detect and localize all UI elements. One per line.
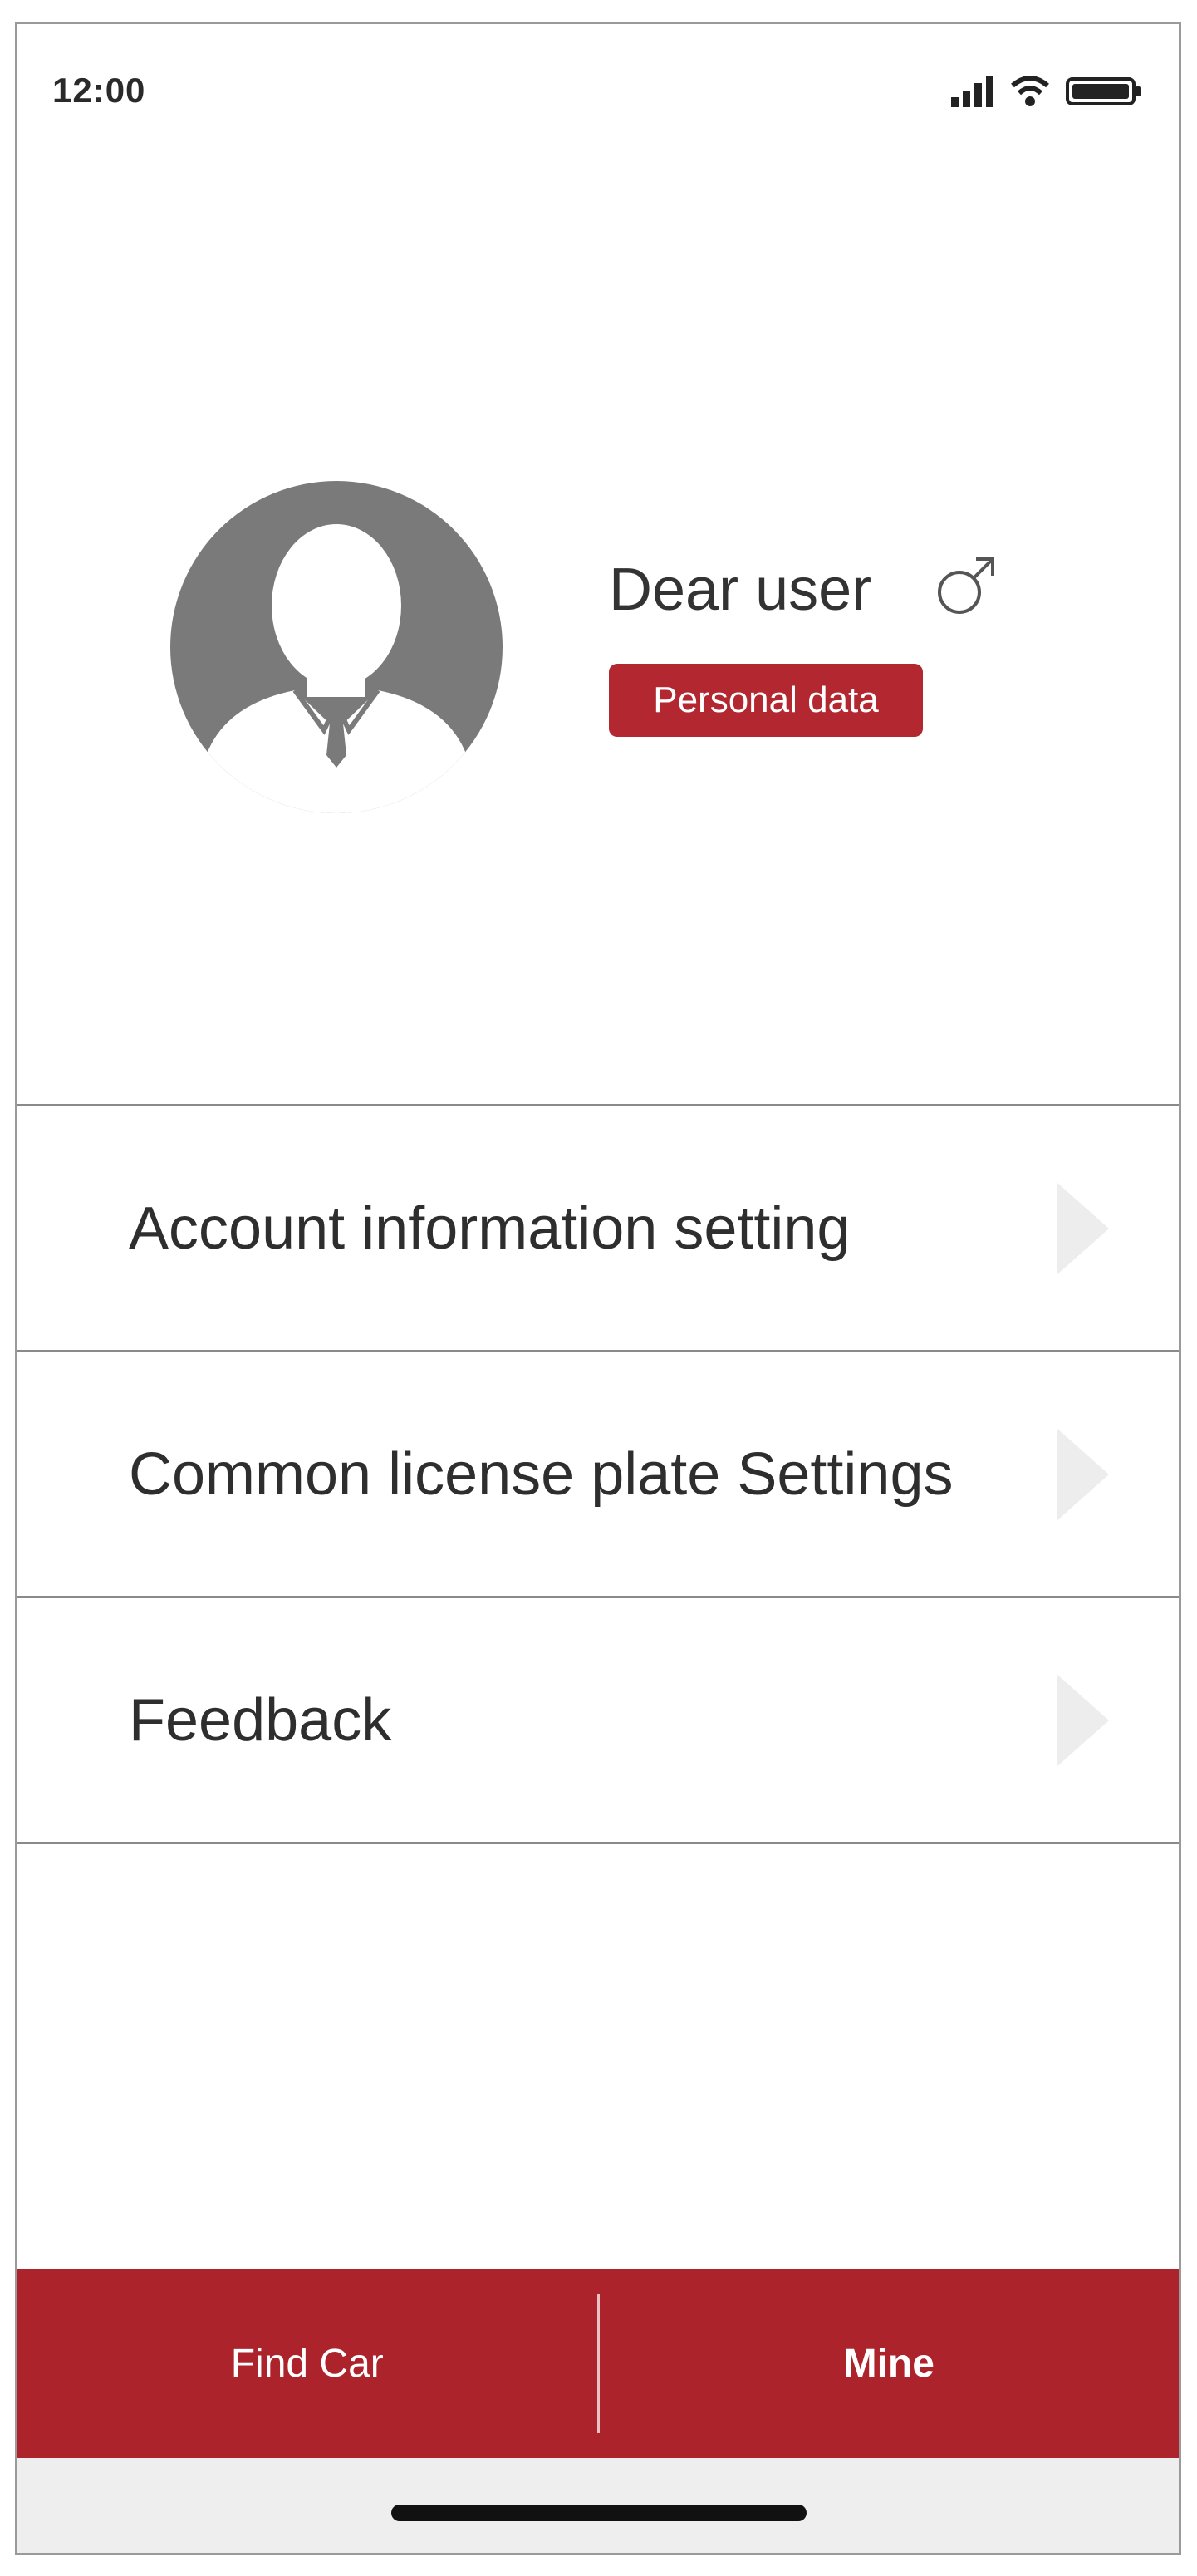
personal-data-button[interactable]: Personal data — [609, 664, 923, 737]
status-time: 12:00 — [52, 71, 146, 110]
battery-icon — [1066, 76, 1142, 107]
status-icons — [951, 71, 1142, 107]
menu-item-label: Account information setting — [129, 1195, 851, 1262]
tab-mine[interactable]: Mine — [600, 2269, 1180, 2458]
bottom-tab-bar: Find Car Mine — [17, 2269, 1179, 2458]
home-indicator-area — [17, 2458, 1179, 2553]
chevron-right-icon — [1054, 1428, 1112, 1520]
tab-find-car[interactable]: Find Car — [17, 2269, 597, 2458]
profile-section: Dear user Personal data — [17, 157, 1179, 1104]
phone-frame: 12:00 Dear user Personal data Account in… — [15, 22, 1181, 2555]
wifi-icon — [1011, 76, 1049, 107]
menu-item-label: Feedback — [129, 1686, 392, 1754]
male-gender-icon — [931, 552, 999, 621]
menu-item-label: Common license plate Settings — [129, 1440, 954, 1508]
chevron-right-icon — [1054, 1674, 1112, 1766]
menu-item-account-information[interactable]: Account information setting — [17, 1106, 1179, 1352]
person-avatar-icon[interactable] — [170, 481, 503, 813]
user-name: Dear user — [609, 557, 872, 623]
status-bar: 12:00 — [17, 24, 1179, 157]
settings-menu: Account information setting Common licen… — [17, 1104, 1179, 1844]
chevron-right-icon — [1054, 1182, 1112, 1274]
home-indicator[interactable] — [391, 2505, 807, 2521]
menu-item-license-plate-settings[interactable]: Common license plate Settings — [17, 1352, 1179, 1598]
signal-icon — [951, 76, 994, 107]
menu-item-feedback[interactable]: Feedback — [17, 1598, 1179, 1844]
